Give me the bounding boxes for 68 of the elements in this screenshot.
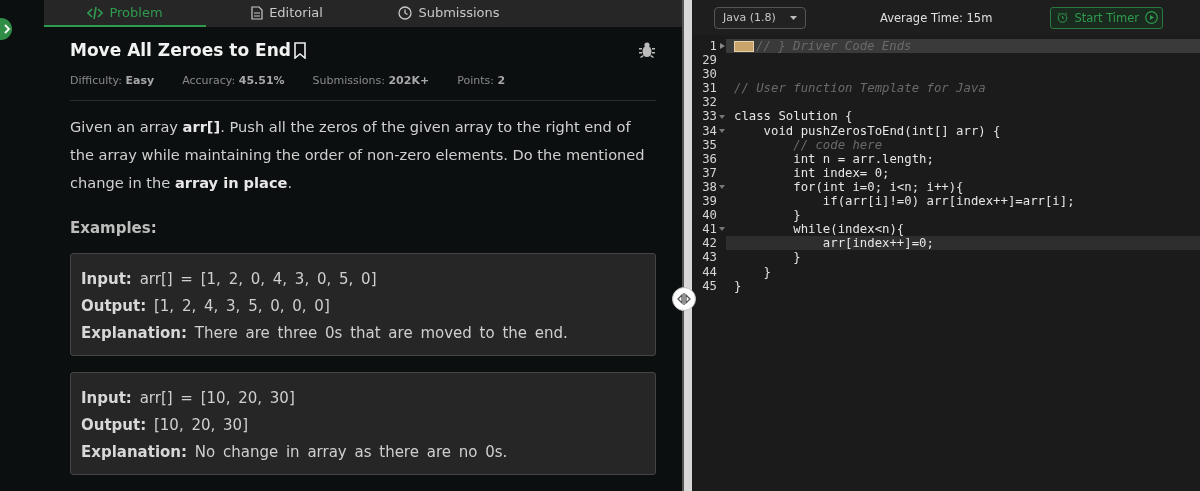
- line-number: 1: [709, 39, 717, 54]
- problem-stat: Difficulty: Easy: [70, 74, 155, 87]
- example-line: Output: [10, 20, 30]: [81, 415, 249, 436]
- fold-arrow-icon[interactable]: [719, 43, 725, 50]
- caret-icon: [790, 15, 797, 20]
- resize-arrows-icon: [677, 293, 691, 305]
- language-dropdown[interactable]: Java (1.8): [714, 6, 806, 29]
- line-number: 42: [702, 236, 717, 251]
- average-time: Average Time: 15m: [880, 10, 993, 25]
- code-line: void pushZerosToEnd(int[] arr) {: [762, 123, 1001, 138]
- example-line: Input: arr[] = [10, 20, 30]: [81, 388, 296, 409]
- chevron-icon: [2, 23, 12, 35]
- code-line: arr[index++]=0;: [821, 236, 934, 251]
- code-line: if(arr[i]!=0) arr[index++]=arr[i];: [821, 194, 1075, 209]
- play-icon: [1145, 11, 1158, 24]
- line-number: 35: [702, 137, 717, 152]
- code-icon: [87, 5, 104, 20]
- folded-code-marker[interactable]: [734, 41, 754, 52]
- line-number: 29: [702, 53, 717, 68]
- line-number: 39: [702, 194, 717, 209]
- code-line: int index= 0;: [792, 165, 890, 180]
- code-line: }: [792, 208, 801, 223]
- line-number: 34: [702, 123, 717, 138]
- example-line: Output: [1, 2, 4, 3, 5, 0, 0, 0]: [81, 296, 331, 317]
- problem-stat: Accuracy: 45.51%: [182, 74, 285, 87]
- line-number: 36: [702, 151, 717, 166]
- line-number: 43: [702, 250, 717, 265]
- problem-title: Move All Zeroes to End: [70, 40, 291, 60]
- code-line: }: [792, 250, 801, 265]
- start-timer-button[interactable]: Start Timer: [1050, 6, 1163, 29]
- problem-description: Given an array arr[]. Push all the zeros of the given array to the right end of the array while maintaining the order of non-zero elements. Do the mentioned change in the array in place.: [70, 117, 646, 193]
- code-line: // User function Template for Java: [734, 81, 986, 96]
- line-number: 37: [702, 165, 717, 180]
- line-number: 30: [702, 67, 717, 82]
- example-line: Input: arr[] = [1, 2, 0, 4, 3, 0, 5, 0]: [81, 269, 378, 290]
- problem-stat: Submissions: 202K+: [312, 74, 430, 87]
- examples-heading: Examples:: [70, 219, 158, 237]
- code-line: for(int i=0; i<n; i++){: [792, 179, 964, 194]
- tab[interactable]: Problem: [44, 0, 206, 27]
- code-line: }: [762, 264, 772, 279]
- line-number: 45: [702, 278, 717, 293]
- code-line: }: [734, 278, 742, 293]
- fold-arrow-icon[interactable]: [719, 227, 725, 232]
- clock-icon: [398, 5, 413, 20]
- code-line: class Solution {: [734, 109, 853, 124]
- line-number: 32: [702, 95, 717, 110]
- line-number: 31: [702, 81, 717, 96]
- fold-arrow-icon[interactable]: [719, 128, 725, 133]
- example-line: Explanation: No change in array as there are no 0s.: [81, 442, 509, 463]
- line-number: 41: [702, 222, 717, 237]
- problem-stat: Points: 2: [457, 74, 506, 87]
- line-number: 33: [702, 109, 717, 124]
- resize-handle[interactable]: [672, 287, 696, 311]
- line-number: 44: [702, 264, 717, 279]
- line-number: 38: [702, 179, 717, 195]
- fold-arrow-icon[interactable]: [719, 114, 725, 119]
- fold-arrow-icon[interactable]: [719, 185, 725, 189]
- bug-icon[interactable]: [638, 41, 656, 59]
- example-line: Explanation: There are three 0s that are moved to the end.: [81, 323, 569, 344]
- tab[interactable]: Editorial: [206, 0, 368, 27]
- code-line: // code here: [792, 137, 883, 152]
- alarm-clock-icon: [1057, 12, 1069, 23]
- bookmark-icon[interactable]: [292, 41, 307, 59]
- line-number: 40: [702, 208, 717, 223]
- code-line: int n = arr.length;: [792, 151, 934, 166]
- tab[interactable]: Submissions: [368, 0, 530, 27]
- document-icon: [251, 5, 264, 20]
- code-line: while(index<n){: [792, 222, 905, 237]
